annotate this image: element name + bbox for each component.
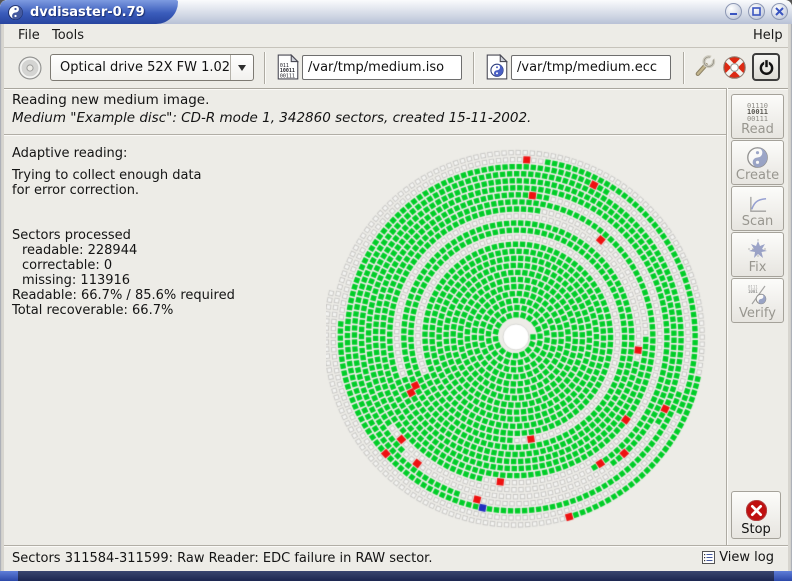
sectors-correctable: correctable: 0 bbox=[12, 258, 322, 273]
toolbar-separator bbox=[473, 52, 474, 84]
chevron-down-icon bbox=[238, 65, 246, 71]
window-frame-bottom bbox=[0, 571, 792, 581]
status-header: Reading new medium image. Medium "Exampl… bbox=[4, 88, 726, 134]
iso-file-icon: 011 10011 00111 bbox=[277, 54, 299, 80]
fix-splat-icon bbox=[747, 238, 769, 260]
readable-summary: Readable: 66.7% / 85.6% required bbox=[12, 288, 322, 303]
app-yinyang-icon bbox=[8, 5, 23, 20]
close-button[interactable] bbox=[771, 3, 788, 20]
fix-button-label: Fix bbox=[749, 260, 767, 275]
close-icon bbox=[775, 7, 784, 16]
stop-icon bbox=[745, 499, 768, 522]
toolbar: Optical drive 52X FW 1.02 011 10011 0011… bbox=[4, 48, 788, 89]
scan-button[interactable]: Scan bbox=[731, 186, 784, 231]
sectors-readable: readable: 228944 bbox=[12, 243, 322, 258]
scan-button-label: Scan bbox=[742, 214, 774, 229]
svg-text:00111: 00111 bbox=[280, 73, 295, 79]
drive-selector-arrow-box[interactable] bbox=[230, 55, 253, 80]
read-button[interactable]: 01110 10011 00111 Read bbox=[731, 94, 784, 139]
reading-desc-line2: for error correction. bbox=[12, 183, 322, 198]
help-button[interactable] bbox=[720, 53, 748, 81]
iso-file-button[interactable]: 011 10011 00111 bbox=[274, 53, 302, 81]
preferences-button[interactable] bbox=[690, 53, 718, 81]
minimize-icon bbox=[729, 7, 738, 16]
create-button[interactable]: Create bbox=[731, 140, 784, 185]
wrench-icon bbox=[691, 54, 717, 80]
window-title: dvdisaster-0.79 bbox=[30, 5, 145, 20]
read-button-label: Read bbox=[741, 122, 774, 137]
menubar: File Tools Help bbox=[4, 24, 788, 48]
total-recoverable: Total recoverable: 66.7% bbox=[12, 303, 322, 318]
ecc-path-input[interactable] bbox=[511, 55, 671, 80]
view-log-button[interactable]: View log bbox=[702, 550, 774, 565]
reading-info-panel: Adaptive reading: Trying to collect enou… bbox=[12, 146, 322, 318]
verify-button[interactable]: 0111 1001 Verify bbox=[731, 278, 784, 323]
maximize-icon bbox=[752, 7, 761, 16]
verify-icon: 0111 1001 bbox=[747, 284, 769, 306]
minimize-button[interactable] bbox=[725, 3, 742, 20]
reading-desc-line1: Trying to collect enough data bbox=[12, 168, 322, 183]
header-divider bbox=[4, 134, 726, 135]
svg-text:1001: 1001 bbox=[748, 289, 758, 294]
drive-selector-value: Optical drive 52X FW 1.02 bbox=[51, 60, 230, 75]
toolbar-separator bbox=[264, 52, 265, 84]
status-message: Sectors 311584-311599: Raw Reader: EDC f… bbox=[12, 551, 432, 566]
sectors-missing: missing: 113916 bbox=[12, 273, 322, 288]
log-list-icon bbox=[702, 551, 715, 564]
create-yinyang-icon bbox=[747, 147, 768, 168]
action-sidebar: 01110 10011 00111 Read Create Scan bbox=[727, 88, 788, 545]
power-icon bbox=[758, 59, 775, 76]
verify-button-label: Verify bbox=[739, 306, 776, 321]
fix-button[interactable]: Fix bbox=[731, 232, 784, 277]
menu-file[interactable]: File bbox=[13, 27, 45, 44]
menu-tools[interactable]: Tools bbox=[47, 27, 89, 44]
quit-button[interactable] bbox=[752, 53, 780, 81]
drive-selector[interactable]: Optical drive 52X FW 1.02 bbox=[50, 54, 254, 81]
status-header-line1: Reading new medium image. bbox=[12, 92, 209, 108]
optical-disc-icon bbox=[17, 55, 43, 81]
reading-mode-title: Adaptive reading: bbox=[12, 146, 322, 161]
menu-help[interactable]: Help bbox=[748, 27, 788, 44]
frame-corner-right bbox=[774, 571, 792, 581]
disc-visualization bbox=[326, 142, 716, 532]
view-log-label: View log bbox=[719, 550, 774, 565]
ecc-file-button[interactable] bbox=[483, 53, 511, 81]
sectors-processed-title: Sectors processed bbox=[12, 228, 322, 243]
titlebar[interactable]: dvdisaster-0.79 bbox=[0, 0, 792, 25]
read-binary-icon: 01110 10011 00111 bbox=[747, 103, 768, 123]
statusbar: Sectors 311584-311599: Raw Reader: EDC f… bbox=[4, 545, 788, 572]
status-header-line2: Medium "Example disc": CD-R mode 1, 3428… bbox=[12, 110, 531, 126]
create-button-label: Create bbox=[736, 168, 779, 183]
stop-button-label: Stop bbox=[741, 522, 771, 537]
iso-path-input[interactable] bbox=[302, 55, 462, 80]
app-window: dvdisaster-0.79 File Tools Help Optical … bbox=[0, 0, 792, 581]
window-frame-right bbox=[788, 24, 792, 571]
maximize-button[interactable] bbox=[748, 3, 765, 20]
lifebuoy-disc-icon bbox=[722, 55, 747, 80]
frame-corner-left bbox=[0, 571, 18, 581]
stop-button[interactable]: Stop bbox=[731, 491, 781, 539]
ecc-file-icon bbox=[486, 54, 508, 80]
toolbar-separator bbox=[683, 52, 684, 84]
titlebar-tab: dvdisaster-0.79 bbox=[0, 0, 178, 24]
scan-chart-icon bbox=[747, 195, 768, 214]
